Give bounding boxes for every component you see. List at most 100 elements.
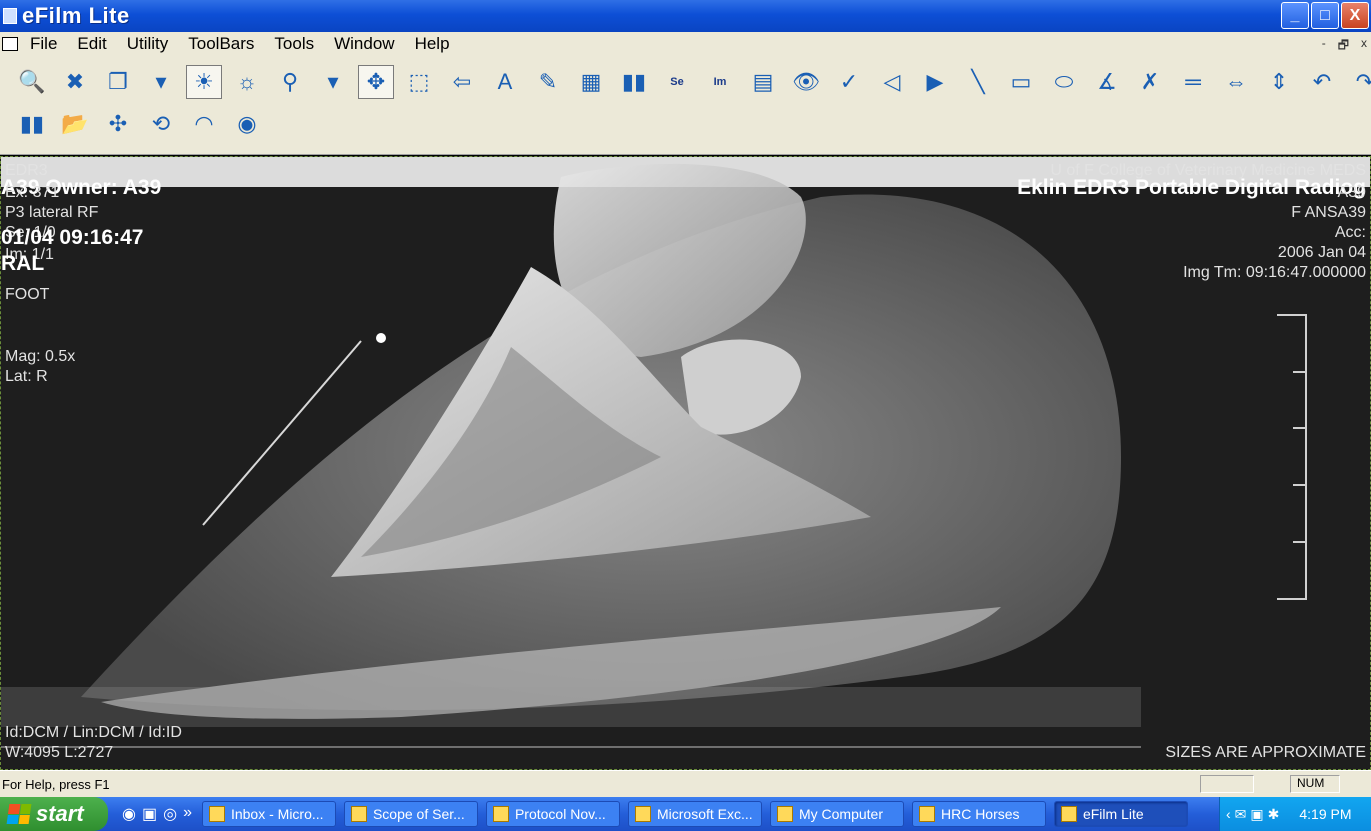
taskbar-button-label: My Computer	[798, 806, 883, 822]
menu-toolbars[interactable]: ToolBars	[188, 34, 254, 54]
eye-open-icon[interactable]: ◉	[229, 107, 265, 141]
system-tray: ‹ ✉ ▣ ✱ 4:19 PM	[1219, 797, 1371, 831]
toolbar-row-2: ▮▮ 📂 ✣ ⟲ ◠ ◉	[14, 106, 272, 142]
back-arrow-icon[interactable]: ⇦	[444, 65, 480, 99]
overlay-body-part: FOOT	[5, 286, 50, 303]
eye-close-icon[interactable]: ◠	[186, 107, 222, 141]
ie-icon[interactable]: ◉	[122, 804, 136, 824]
flip-vertical-icon[interactable]: ⇕	[1261, 65, 1297, 99]
app-icon	[208, 806, 225, 822]
ruler-icon[interactable]: ▭	[1003, 65, 1039, 99]
line-measure-icon[interactable]: ╲	[960, 65, 996, 99]
mdi-close-button[interactable]: x	[1361, 36, 1367, 57]
maximize-button[interactable]: □	[1311, 2, 1339, 29]
taskbar-button-label: HRC Horses	[940, 806, 1020, 822]
bluetooth-icon[interactable]: ✱	[1268, 806, 1280, 823]
mdi-controls: - 🗗 x	[1322, 36, 1367, 57]
series-icon[interactable]: Se	[659, 65, 695, 99]
stack-icon[interactable]: ❐	[100, 65, 136, 99]
delete-measure-icon[interactable]: ✗	[1132, 65, 1168, 99]
menu-tools[interactable]: Tools	[274, 34, 314, 54]
menu-help[interactable]: Help	[415, 34, 450, 54]
overlay-series-desc: P3 lateral RF	[5, 204, 99, 221]
status-cell-empty	[1200, 775, 1254, 793]
mail-icon[interactable]: ✉	[1235, 806, 1247, 823]
taskbar-button[interactable]: Microsoft Exc...	[627, 801, 762, 827]
dropdown-icon-2[interactable]: ▾	[315, 65, 351, 99]
menu-window[interactable]: Window	[334, 34, 394, 54]
series-compare-icon[interactable]: ▮▮	[616, 65, 652, 99]
app-icon	[634, 806, 651, 822]
scan-icon[interactable]: ✓	[831, 65, 867, 99]
overlay-sex-id: F ANSA39	[1291, 204, 1366, 221]
open-folder-icon[interactable]: 📂	[57, 107, 93, 141]
taskbar-button-label: eFilm Lite	[1082, 806, 1144, 822]
taskbar-button[interactable]: eFilm Lite	[1053, 801, 1188, 827]
overlay-size-note: SIZES ARE APPROXIMATE	[1165, 744, 1366, 761]
mdi-restore-button[interactable]: 🗗	[1338, 36, 1349, 57]
overlay-patient-id: A39	[1337, 184, 1366, 201]
annotation-text-icon[interactable]: A	[487, 65, 523, 99]
overlay-image-time: Img Tm: 09:16:47.000000	[1183, 264, 1366, 281]
desktop-icon[interactable]: ▣	[142, 804, 157, 824]
overlay-window-level: W:4095 L:2727	[5, 744, 114, 761]
pan-icon[interactable]: ✥	[358, 65, 394, 99]
mdi-minimize-button[interactable]: -	[1322, 36, 1326, 57]
angle-icon[interactable]: ∡	[1089, 65, 1125, 99]
network-icon[interactable]: ▣	[1250, 806, 1263, 823]
app-icon[interactable]	[3, 8, 17, 24]
document-icon[interactable]	[2, 37, 18, 51]
menu-utility[interactable]: Utility	[127, 34, 169, 54]
zoom-box-icon[interactable]: ⬚	[401, 65, 437, 99]
minimize-button[interactable]: _	[1281, 2, 1309, 29]
app-icon	[776, 806, 793, 822]
tray-arrow-icon[interactable]: ‹	[1226, 806, 1231, 822]
play-reverse-icon[interactable]: ◁	[874, 65, 910, 99]
outlook-icon[interactable]: ◎	[163, 804, 177, 824]
edit-annotation-icon[interactable]: ✎	[530, 65, 566, 99]
overlay-device: Eklin EDR3 Portable Digital Radiog	[1017, 176, 1366, 199]
clock: 4:19 PM	[1299, 806, 1352, 822]
window-controls: _ □ X	[1281, 2, 1369, 29]
window-level-icon[interactable]: ☀	[186, 65, 222, 99]
title-bar: eFilm Lite _ □ X	[0, 0, 1371, 32]
overlay-view: RAL	[1, 252, 45, 275]
image-viewport[interactable]: EDR3 A39 Owner: A39 Ex: 371 P3 lateral R…	[0, 156, 1371, 770]
app-icon	[918, 806, 935, 822]
taskbar-button[interactable]: Inbox - Micro...	[201, 801, 336, 827]
ellipse-roi-icon[interactable]: ⬭	[1046, 65, 1082, 99]
taskbar-button[interactable]: Protocol Nov...	[485, 801, 620, 827]
magnifier-icon[interactable]: ⚲	[272, 65, 308, 99]
rotate-icon[interactable]: ⟲	[143, 107, 179, 141]
taskbar-button[interactable]: My Computer	[769, 801, 904, 827]
status-bar: For Help, press F1 NUM	[0, 770, 1371, 797]
app-icon	[350, 806, 367, 822]
overlay-laterality: Lat: R	[5, 368, 48, 385]
cine-icon[interactable]: ▮▮	[14, 107, 50, 141]
calibrate-icon[interactable]: ═	[1175, 65, 1211, 99]
taskbar-button-label: Protocol Nov...	[514, 806, 606, 822]
view-icon[interactable]: 👁	[788, 65, 824, 99]
report-icon[interactable]: ▤	[745, 65, 781, 99]
image-icon[interactable]: Im	[702, 65, 738, 99]
menu-file[interactable]: File	[30, 34, 57, 54]
start-button[interactable]: start	[0, 797, 108, 831]
task-list: Inbox - Micro... Scope of Ser... Protocol …	[201, 801, 1196, 827]
overlay-ids: Id:DCM / Lin:DCM / Id:ID	[5, 724, 182, 741]
taskbar-button[interactable]: HRC Horses	[911, 801, 1046, 827]
chevron-icon[interactable]: »	[183, 804, 192, 824]
redo-icon[interactable]: ↷	[1347, 65, 1371, 99]
dropdown-icon[interactable]: ▾	[143, 65, 179, 99]
taskbar-button[interactable]: Scope of Ser...	[343, 801, 478, 827]
play-icon[interactable]: ▶	[917, 65, 953, 99]
flip-horizontal-icon[interactable]: ⇔	[1218, 65, 1254, 99]
move-icon[interactable]: ✣	[100, 107, 136, 141]
brightness-icon[interactable]: ☼	[229, 65, 265, 99]
menu-edit[interactable]: Edit	[77, 34, 106, 54]
zoom-page-icon[interactable]: 🔍	[14, 65, 50, 99]
menu-bar: File Edit Utility ToolBars Tools Window …	[0, 32, 1371, 56]
layout-grid-icon[interactable]: ▦	[573, 65, 609, 99]
delete-icon[interactable]: ✖	[57, 65, 93, 99]
close-button[interactable]: X	[1341, 2, 1369, 29]
undo-icon[interactable]: ↶	[1304, 65, 1340, 99]
